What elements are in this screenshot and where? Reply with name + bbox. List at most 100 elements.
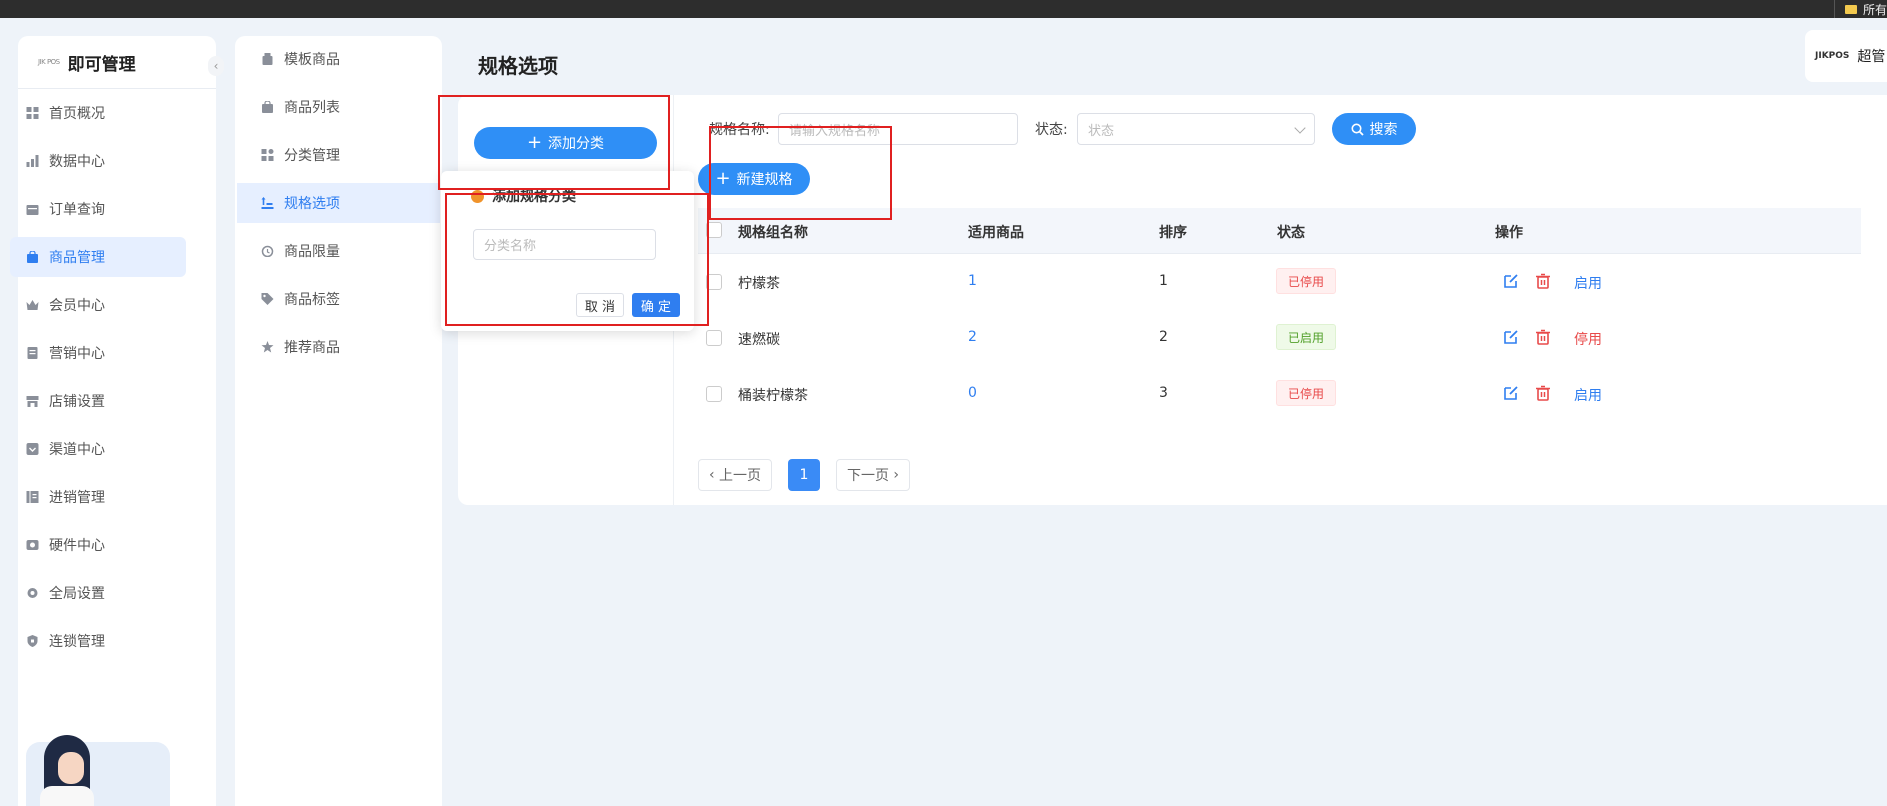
sidebar-item-inventory[interactable]: 进销管理 — [10, 477, 186, 517]
account-name: 超管 — [1857, 49, 1886, 65]
row-products-link[interactable]: 2 — [968, 329, 977, 345]
row-checkbox[interactable] — [706, 330, 722, 346]
logo-mark: JIK POS — [38, 58, 60, 66]
sidebar-item-label: 数据中心 — [49, 154, 105, 170]
sidebar-item-hardware[interactable]: 硬件中心 — [10, 525, 186, 565]
subnav-item-category[interactable]: 分类管理 — [237, 135, 440, 175]
subnav-item-product-list[interactable]: 商品列表 — [237, 87, 440, 127]
row-products-link[interactable]: 0 — [968, 385, 977, 401]
sidebar-item-global-settings[interactable]: 全局设置 — [10, 573, 186, 613]
subnav-item-label: 分类管理 — [284, 148, 340, 164]
chevron-down-icon — [1294, 122, 1306, 134]
sidebar-item-overview[interactable]: 首页概况 — [10, 93, 186, 133]
list-bag-icon — [262, 101, 273, 113]
prev-page-button[interactable]: ‹ 上一页 — [698, 459, 772, 491]
enable-link[interactable]: 启用 — [1574, 273, 1602, 293]
add-category-label: 添加分类 — [548, 136, 605, 152]
sidebar-item-label: 全局设置 — [49, 586, 105, 602]
logo-row: JIK POS 即可管理 — [18, 36, 216, 89]
warning-dot-icon — [471, 189, 484, 203]
status-badge: 已停用 — [1276, 268, 1337, 294]
status-label: 状态: — [1035, 122, 1068, 138]
sidebar-collapse-button[interactable]: ‹ — [208, 56, 224, 76]
subnav-item-label: 模板商品 — [284, 52, 340, 68]
category-icon — [261, 149, 274, 161]
disable-link[interactable]: 停用 — [1574, 329, 1602, 349]
sidebar-item-label: 营销中心 — [49, 346, 105, 362]
plus-icon: + — [526, 132, 543, 153]
popover-title-text: 添加规格分类 — [492, 189, 576, 205]
subnav-item-label: 推荐商品 — [284, 340, 340, 356]
next-page-button[interactable]: 下一页 › — [836, 459, 910, 491]
subnav-item-spec-options[interactable]: 规格选项 — [237, 183, 440, 223]
row-checkbox[interactable] — [706, 274, 722, 290]
sidebar-item-marketing[interactable]: 营销中心 — [10, 333, 186, 373]
status-badge: 已停用 — [1276, 380, 1337, 406]
new-spec-button[interactable]: + 新建规格 — [698, 163, 810, 195]
sidebar-item-store-settings[interactable]: 店铺设置 — [10, 381, 186, 421]
sidebar-item-products[interactable]: 商品管理 — [10, 237, 186, 277]
col-header-status: 状态 — [1277, 225, 1305, 241]
chevron-right-icon: › — [888, 467, 900, 483]
sidebar-item-label: 订单查询 — [49, 202, 105, 218]
prev-page-label: 上一页 — [719, 468, 762, 484]
status-select-value: 状态 — [1088, 123, 1115, 139]
enable-link[interactable]: 启用 — [1574, 385, 1602, 405]
trash-icon[interactable] — [1535, 329, 1551, 345]
brand-logo: JIKPOS — [1815, 51, 1850, 61]
sidebar-item-orders[interactable]: 订单查询 — [10, 189, 186, 229]
sidebar-item-chain[interactable]: 连锁管理 — [10, 621, 186, 661]
illustration-face — [58, 752, 84, 784]
sidebar-item-label: 商品管理 — [49, 250, 105, 266]
search-button[interactable]: 搜索 — [1332, 113, 1416, 145]
gear-icon — [27, 588, 38, 598]
account-card[interactable]: JIKPOS 超管 — [1805, 30, 1887, 82]
row-spec-name: 桶装柠檬茶 — [738, 388, 808, 404]
category-name-input[interactable]: 分类名称 — [473, 229, 656, 260]
subnav-item-limits[interactable]: 商品限量 — [237, 231, 440, 271]
search-icon — [1351, 123, 1364, 136]
sidebar-item-members[interactable]: 会员中心 — [10, 285, 186, 325]
trash-icon[interactable] — [1535, 385, 1551, 401]
shield-icon — [27, 635, 38, 647]
cancel-button[interactable]: 取 消 — [576, 293, 624, 317]
popover-title: 添加规格分类 — [471, 186, 576, 206]
col-header-name: 规格组名称 — [738, 225, 808, 241]
bookmarks-area[interactable]: 所有 — [1833, 0, 1887, 18]
spec-icon — [261, 197, 274, 209]
row-checkbox[interactable] — [706, 386, 722, 402]
sidebar-item-label: 店铺设置 — [49, 394, 105, 410]
sidebar-item-label: 渠道中心 — [49, 442, 105, 458]
edit-icon[interactable] — [1503, 385, 1519, 401]
edit-icon[interactable] — [1503, 329, 1519, 345]
ticket-icon — [27, 347, 38, 359]
trash-icon[interactable] — [1535, 273, 1551, 289]
sidebar-item-channels[interactable]: 渠道中心 — [10, 429, 186, 469]
add-category-button[interactable]: + 添加分类 — [474, 127, 657, 159]
col-header-sort: 排序 — [1159, 225, 1187, 241]
row-products-link[interactable]: 1 — [968, 273, 977, 289]
subnav-item-recommended[interactable]: 推荐商品 — [237, 327, 440, 367]
sidebar-item-data-center[interactable]: 数据中心 — [10, 141, 186, 181]
select-all-checkbox[interactable] — [706, 222, 722, 238]
chevron-left-icon: ‹ — [708, 467, 720, 483]
spec-name-input[interactable]: 请输入规格名称 — [778, 113, 1018, 145]
page-number-current[interactable]: 1 — [788, 459, 820, 491]
bookmarks-label: 所有 — [1862, 2, 1887, 17]
sidebar-item-label: 会员中心 — [49, 298, 105, 314]
inventory-icon — [26, 491, 39, 503]
next-page-label: 下一页 — [846, 468, 889, 484]
alarm-icon — [261, 245, 274, 257]
subnav-item-tags[interactable]: 商品标签 — [237, 279, 440, 319]
status-select[interactable]: 状态 — [1077, 113, 1315, 145]
spec-name-label: 规格名称: — [709, 122, 770, 138]
page-title: 规格选项 — [478, 54, 558, 78]
new-spec-label: 新建规格 — [736, 172, 793, 188]
bar-chart-icon — [26, 155, 39, 167]
edit-icon[interactable] — [1503, 273, 1519, 289]
row-spec-name: 柠檬茶 — [738, 276, 780, 292]
calendar-icon — [26, 205, 39, 215]
subnav-item-template-products[interactable]: 模板商品 — [237, 39, 440, 79]
confirm-button[interactable]: 确 定 — [632, 293, 680, 317]
subnav-item-label: 商品标签 — [284, 292, 340, 308]
